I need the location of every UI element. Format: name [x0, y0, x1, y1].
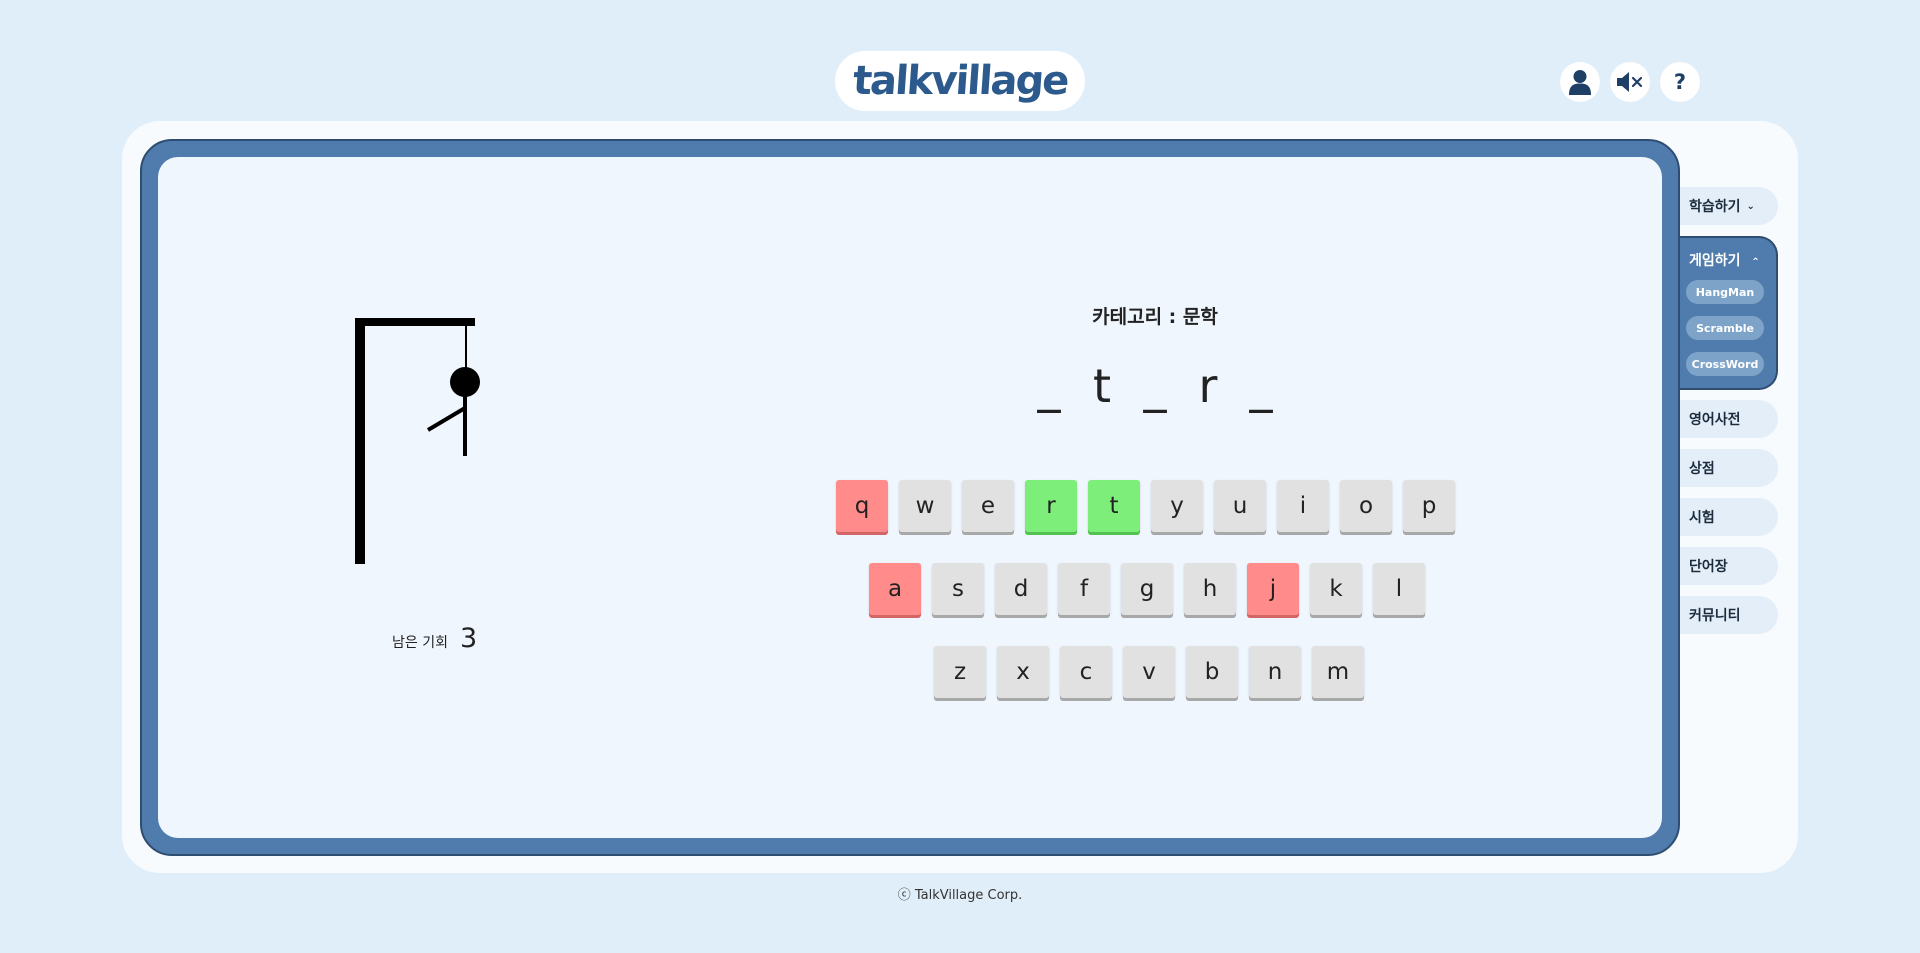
help-button[interactable]: ?	[1660, 62, 1700, 102]
key-h[interactable]: h	[1184, 563, 1236, 615]
nav-wordbook[interactable]: 단어장	[1680, 547, 1778, 585]
lives-count: 3	[459, 623, 478, 654]
nav-game-label: 게임하기	[1689, 253, 1741, 269]
key-d[interactable]: d	[995, 563, 1047, 615]
word-letter-slot: _	[1037, 359, 1061, 413]
key-q[interactable]: q	[836, 480, 888, 532]
nav-game-expanded: 게임하기 ⌃ HangMan Scramble CrossWord	[1680, 236, 1778, 390]
key-s[interactable]: s	[932, 563, 984, 615]
lives-label: 남은 기회	[392, 635, 448, 651]
key-c[interactable]: c	[1060, 646, 1112, 698]
word-letter-slot: t	[1092, 359, 1112, 413]
logo[interactable]: talkvillage	[835, 51, 1085, 111]
nav-community[interactable]: 커뮤니티	[1680, 596, 1778, 634]
nav-exam[interactable]: 시험	[1680, 498, 1778, 536]
key-r[interactable]: r	[1025, 480, 1077, 532]
sound-toggle-button[interactable]	[1610, 62, 1650, 102]
word-display: _ t _ r _	[1000, 356, 1310, 416]
keyboard-row-2: a s d f g h j k l	[869, 563, 1425, 615]
hangman-head	[450, 367, 480, 397]
top-icon-bar: ?	[1560, 62, 1700, 102]
gallows-beam	[355, 318, 475, 326]
key-j[interactable]: j	[1247, 563, 1299, 615]
nav-hangman[interactable]: HangMan	[1686, 280, 1764, 304]
nav-game[interactable]: 게임하기 ⌃	[1689, 250, 1760, 270]
nav-learn-label: 학습하기	[1689, 199, 1741, 215]
logo-text: talkvillage	[851, 58, 1069, 104]
key-v[interactable]: v	[1123, 646, 1175, 698]
profile-button[interactable]	[1560, 62, 1600, 102]
key-m[interactable]: m	[1312, 646, 1364, 698]
key-w[interactable]: w	[899, 480, 951, 532]
key-z[interactable]: z	[934, 646, 986, 698]
chevron-up-icon: ⌃	[1751, 257, 1760, 268]
keyboard-row-1: q w e r t y u i o p	[836, 480, 1455, 532]
nav-dictionary[interactable]: 영어사전	[1680, 400, 1778, 438]
key-u[interactable]: u	[1214, 480, 1266, 532]
user-icon	[1569, 70, 1591, 95]
key-n[interactable]: n	[1249, 646, 1301, 698]
nav-scramble[interactable]: Scramble	[1686, 316, 1764, 340]
keyboard-row-3: z x c v b n m	[934, 646, 1364, 698]
key-p[interactable]: p	[1403, 480, 1455, 532]
nav-learn[interactable]: 학습하기 ⌄	[1680, 187, 1778, 225]
key-e[interactable]: e	[962, 480, 1014, 532]
word-letter-slot: r	[1198, 359, 1218, 413]
key-x[interactable]: x	[997, 646, 1049, 698]
key-f[interactable]: f	[1058, 563, 1110, 615]
key-o[interactable]: o	[1340, 480, 1392, 532]
gallows-post	[355, 318, 365, 564]
key-a[interactable]: a	[869, 563, 921, 615]
key-b[interactable]: b	[1186, 646, 1238, 698]
hangman-drawing	[355, 318, 480, 564]
word-letter-slot: _	[1143, 359, 1167, 413]
mute-icon	[1617, 72, 1643, 92]
lives-remaining: 남은 기회 3	[392, 623, 477, 654]
nav-shop[interactable]: 상점	[1680, 449, 1778, 487]
hangman-left-arm	[426, 406, 467, 432]
category-label: 카테고리 : 문학	[1092, 306, 1218, 328]
nav-crossword[interactable]: CrossWord	[1686, 352, 1764, 376]
chevron-down-icon: ⌄	[1746, 200, 1755, 212]
key-i[interactable]: i	[1277, 480, 1329, 532]
help-icon: ?	[1673, 70, 1687, 94]
key-t[interactable]: t	[1088, 480, 1140, 532]
key-y[interactable]: y	[1151, 480, 1203, 532]
word-letter-slot: _	[1249, 359, 1273, 413]
footer-copyright: ⓒ TalkVillage Corp.	[897, 888, 1023, 903]
key-g[interactable]: g	[1121, 563, 1173, 615]
key-k[interactable]: k	[1310, 563, 1362, 615]
key-l[interactable]: l	[1373, 563, 1425, 615]
